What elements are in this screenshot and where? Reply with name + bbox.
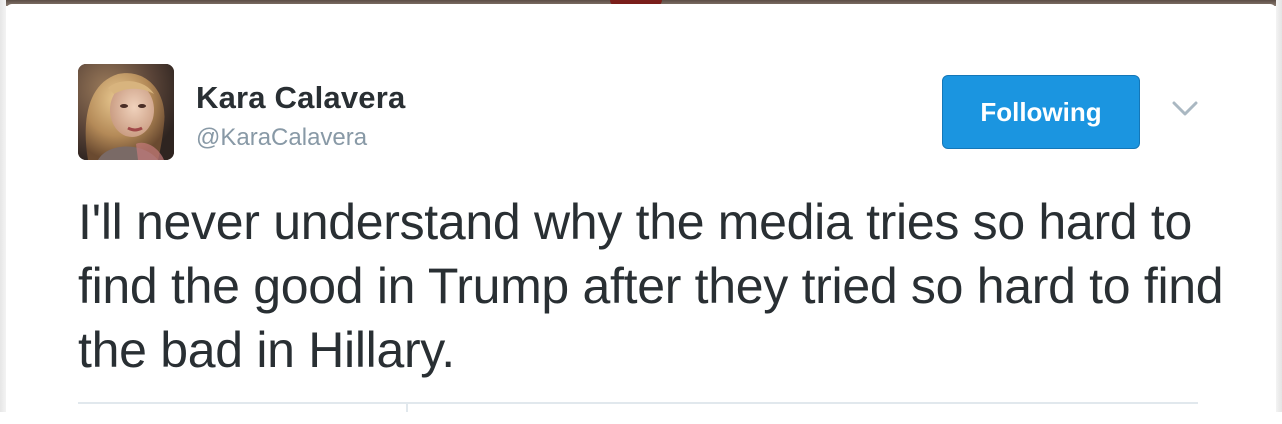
chevron-down-icon[interactable] <box>1172 100 1198 118</box>
avatar-image <box>78 64 174 160</box>
user-handle[interactable]: @KaraCalavera <box>196 124 367 152</box>
display-name[interactable]: Kara Calavera <box>196 80 405 116</box>
following-button[interactable]: Following <box>942 75 1140 149</box>
tweet-text: I'll never understand why the media trie… <box>78 194 1224 378</box>
avatar[interactable] <box>78 64 174 160</box>
right-edge <box>1276 0 1282 412</box>
divider-tick <box>406 402 408 412</box>
following-button-label: Following <box>980 96 1102 127</box>
divider <box>78 402 1198 404</box>
